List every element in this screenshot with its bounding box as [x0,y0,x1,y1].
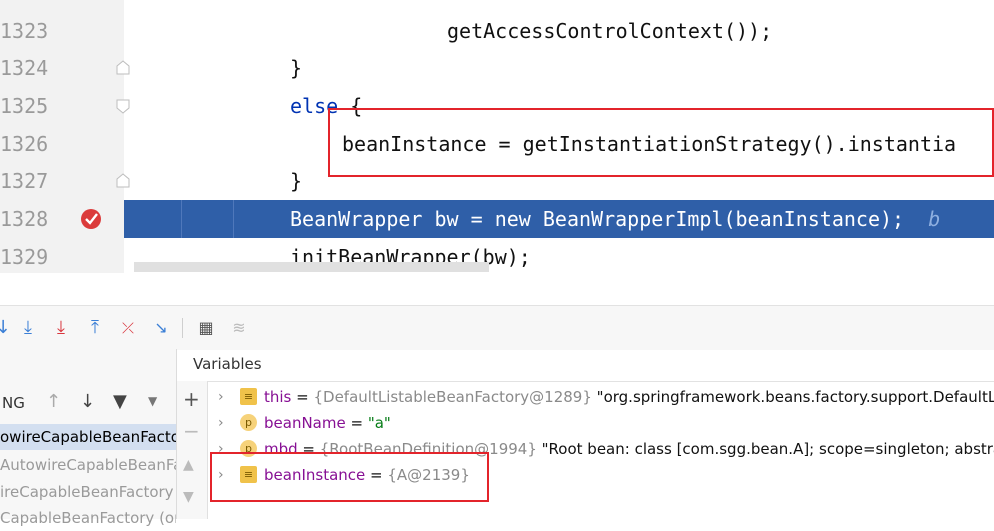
chevron-right-icon[interactable]: › [218,410,224,436]
indent-guide [181,200,182,238]
evaluate-icon[interactable]: ▦ [195,317,217,339]
debug-toolbar: ↓ ⤓ ⤓ ⤒ ⤫ ↘ ▦ ≋ [0,305,994,350]
code-text: BeanWrapper bw = new BeanWrapperImpl(bea… [290,207,941,231]
variable-row-beanName[interactable]: › p beanName = "a" [210,410,994,436]
step-out-icon[interactable]: ⤒ [84,317,106,339]
parameter-icon: p [240,414,257,431]
trace-icon[interactable]: ≋ [228,317,250,339]
variable-text: beanName = "a" [264,414,391,432]
annotation-box [328,108,994,177]
move-up-icon[interactable]: ▲ [183,457,194,473]
field-icon: ≡ [240,388,257,405]
toolbar-separator [182,318,183,338]
horizontal-scrollbar[interactable] [134,262,489,272]
annotation-box [210,452,489,502]
line-number: 1328 [0,207,49,231]
drop-frame-icon[interactable]: ⤫ [117,317,139,339]
chevron-down-icon[interactable]: ▼ [148,394,157,408]
fold-end-icon[interactable] [115,173,131,189]
line-number: 1323 [0,19,49,43]
variables-toolbar: + − ▲ ▼ [177,381,208,519]
frame-item[interactable]: AutowireCapableBeanFa [0,452,176,478]
code-line-1323[interactable]: 1323 getAccessControlContext()); [0,12,994,50]
code-text: getAccessControlContext()); [447,19,773,43]
fold-start-icon[interactable] [115,98,131,114]
force-step-into-icon[interactable]: ⤓ [50,317,72,339]
variable-text: this = {DefaultListableBeanFactory@1289}… [264,388,994,406]
add-watch-icon[interactable]: + [183,387,200,411]
frame-item[interactable]: CapableBeanFactory (org [0,505,176,531]
line-number: 1326 [0,132,49,156]
line-number: 1325 [0,94,49,118]
fold-end-icon[interactable] [115,60,131,76]
line-number: 1329 [0,245,49,269]
filter-icon[interactable]: ▼ [113,391,127,412]
breakpoint-icon[interactable] [80,208,102,230]
step-into-icon[interactable]: ⤓ [17,317,39,339]
code-text: } [290,169,303,193]
variables-title: Variables [193,355,262,373]
frame-item[interactable]: ireCapableBeanFactory ( [0,479,176,505]
move-down-icon[interactable]: ▼ [183,489,194,505]
code-text: } [290,56,303,80]
remove-watch-icon[interactable]: − [183,419,200,443]
code-line-1328-current[interactable]: 1328 BeanWrapper bw = new BeanWrapperImp… [0,200,994,238]
chevron-right-icon[interactable]: › [218,384,224,410]
arrow-up-icon[interactable]: ↑ [46,391,61,412]
line-number: 1327 [0,169,49,193]
divider [177,381,994,382]
frame-item[interactable]: owireCapableBeanFactor [0,424,176,450]
variable-row-this[interactable]: › ≡ this = {DefaultListableBeanFactory@1… [210,384,994,410]
arrow-down-icon[interactable]: ↓ [80,391,95,412]
step-over-icon[interactable]: ↓ [0,317,14,339]
code-line-1324[interactable]: 1324 } [0,49,994,87]
indent-guide [233,200,234,238]
line-number: 1324 [0,56,49,80]
code-editor[interactable]: 1323 getAccessControlContext()); 1324 } … [0,0,994,273]
run-to-cursor-icon[interactable]: ↘ [150,317,172,339]
frames-header: NG ↑ ↓ ▼ ▼ [0,385,176,421]
frames-panel: NG ↑ ↓ ▼ ▼ owireCapableBeanFactor Autowi… [0,349,177,527]
thread-selector[interactable]: NG [2,394,25,412]
